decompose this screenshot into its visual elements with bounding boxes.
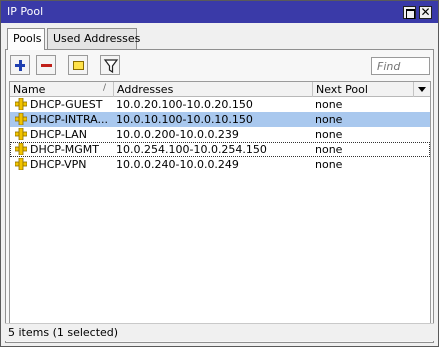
toolbar xyxy=(6,50,433,80)
pool-table: Name / Addresses Next Pool DHCP-GUEST 10… xyxy=(9,81,431,329)
comment-button[interactable] xyxy=(68,55,88,75)
title-bar[interactable]: IP Pool ✕ xyxy=(1,1,438,23)
table-row[interactable]: DHCP-VPN 10.0.0.240-10.0.0.249 none xyxy=(10,157,430,172)
remove-button[interactable] xyxy=(36,55,56,75)
pool-addresses: 10.0.20.100-10.0.20.150 xyxy=(116,98,253,111)
ip-pool-window: IP Pool ✕ Pools Used Addresses Find Name… xyxy=(0,0,439,347)
pool-name: DHCP-LAN xyxy=(30,128,87,141)
table-row[interactable]: DHCP-GUEST 10.0.20.100-10.0.20.150 none xyxy=(10,97,430,112)
pool-name: DHCP-GUEST xyxy=(30,98,103,111)
pool-icon xyxy=(15,128,27,140)
pool-addresses: 10.0.10.100-10.0.10.150 xyxy=(116,113,253,126)
status-bar: 5 items (1 selected) xyxy=(5,323,434,341)
pool-name: DHCP-INTRA... xyxy=(30,113,108,126)
pool-addresses: 10.0.254.100-10.0.254.150 xyxy=(116,143,267,156)
comment-icon xyxy=(73,61,84,70)
status-text: 5 items (1 selected) xyxy=(8,326,119,339)
pool-next-pool: none xyxy=(315,98,343,111)
filter-button[interactable] xyxy=(100,55,120,75)
pool-next-pool: none xyxy=(315,143,343,156)
pool-name: DHCP-VPN xyxy=(30,158,87,171)
pool-icon xyxy=(15,158,27,170)
pool-addresses: 10.0.0.200-10.0.0.239 xyxy=(116,128,239,141)
pool-icon xyxy=(15,113,27,125)
sort-indicator: / xyxy=(103,83,107,93)
pool-addresses: 10.0.0.240-10.0.0.249 xyxy=(116,158,239,171)
pool-icon xyxy=(15,98,27,110)
column-header-addresses[interactable]: Addresses xyxy=(114,82,313,97)
column-header-label: Name xyxy=(13,83,46,96)
table-row[interactable]: DHCP-MGMT 10.0.254.100-10.0.254.150 none xyxy=(10,142,430,157)
pools-panel: Name / Addresses Next Pool DHCP-GUEST 10… xyxy=(5,49,434,343)
remove-icon xyxy=(41,64,52,67)
table-row[interactable]: DHCP-INTRA... 10.0.10.100-10.0.10.150 no… xyxy=(10,112,430,127)
table-header: Name / Addresses Next Pool xyxy=(10,82,430,97)
pool-name: DHCP-MGMT xyxy=(30,143,100,156)
filter-icon xyxy=(103,59,119,74)
find-input[interactable] xyxy=(371,57,430,75)
tab-pools[interactable]: Pools xyxy=(7,28,45,50)
add-button[interactable] xyxy=(10,55,30,75)
pool-icon xyxy=(15,143,27,155)
maximize-icon[interactable] xyxy=(403,6,416,19)
pool-next-pool: none xyxy=(315,158,343,171)
pool-next-pool: none xyxy=(315,113,343,126)
window-title: IP Pool xyxy=(7,5,44,18)
column-header-name[interactable]: Name / xyxy=(10,82,114,97)
close-icon[interactable]: ✕ xyxy=(419,5,432,19)
tab-used-addresses[interactable]: Used Addresses xyxy=(47,28,140,49)
column-menu-chevron-down-icon[interactable] xyxy=(414,82,430,97)
pool-next-pool: none xyxy=(315,128,343,141)
column-header-next-pool[interactable]: Next Pool xyxy=(313,82,414,97)
table-row[interactable]: DHCP-LAN 10.0.0.200-10.0.0.239 none xyxy=(10,127,430,142)
